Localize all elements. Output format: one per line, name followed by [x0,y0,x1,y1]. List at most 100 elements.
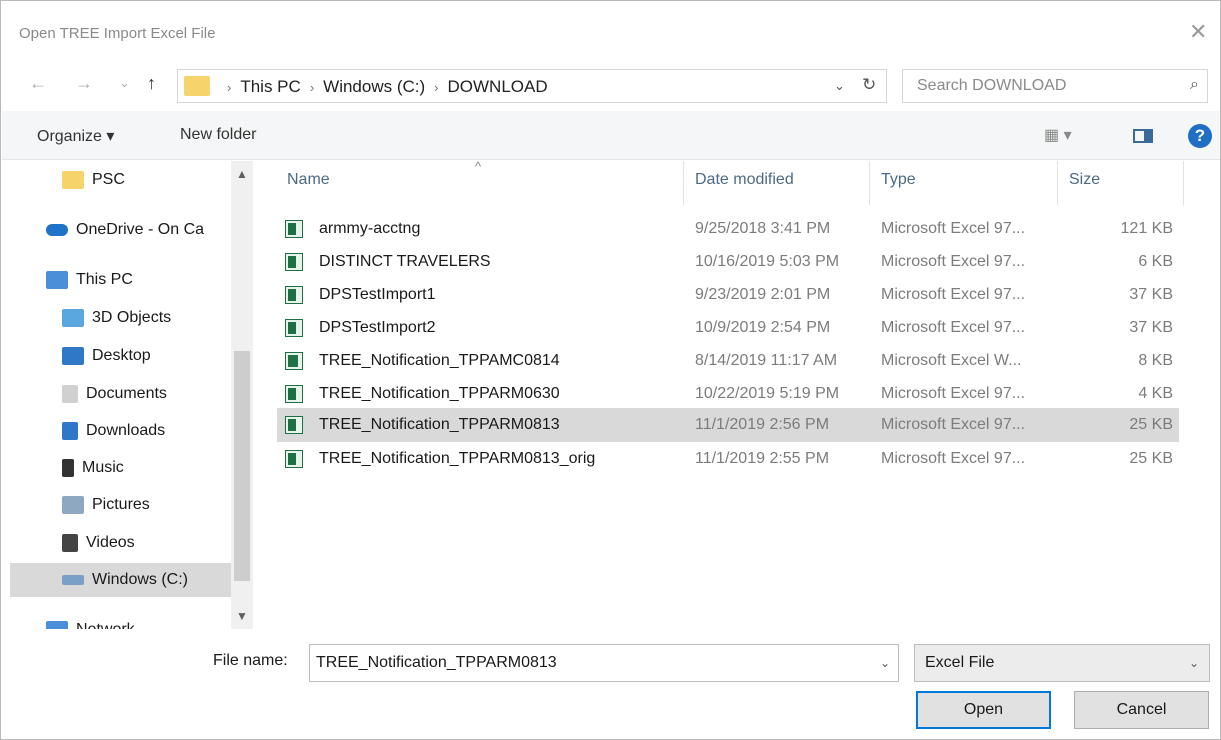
documents-icon [62,384,78,403]
3d-objects-icon [62,308,84,327]
file-row[interactable]: TREE_Notification_TPPAMC0814 8/14/2019 11… [277,344,1179,378]
column-header-size[interactable]: Size [1069,171,1100,189]
open-button[interactable]: Open [916,691,1051,729]
nav-item-this-pc[interactable]: This PC [46,263,133,297]
file-name: DPSTestImport1 [319,286,436,303]
file-date: 9/25/2018 3:41 PM [695,220,831,237]
nav-item-3d-objects[interactable]: 3D Objects [62,301,171,335]
view-options-icon[interactable]: ▦ ▾ [1044,125,1072,145]
navpane-scrollbar[interactable]: ▲ ▼ [231,161,253,629]
new-folder-button[interactable]: New folder [180,126,256,144]
breadcrumb: › This PC › Windows (C:) › DOWNLOAD [218,77,548,97]
file-date: 8/14/2019 11:17 AM [695,352,838,369]
chevron-down-icon[interactable]: ⌄ [880,656,890,670]
nav-item-downloads[interactable]: Downloads [62,414,165,448]
file-row[interactable]: DPSTestImport1 9/23/2019 2:01 PM Microsoft… [277,278,1179,312]
organize-button[interactable]: Organize ▾ [37,126,114,146]
navigation-bar: ← → ⌄ ↑ › This PC › Windows (C:) › DOWNLOAD ⌄… [1,67,1220,107]
nav-item-documents[interactable]: Documents [62,377,167,411]
column-header-name[interactable]: Name [287,171,330,189]
scroll-up-icon[interactable]: ▲ [236,167,248,181]
back-arrow-icon[interactable]: ← [29,73,47,94]
refresh-icon[interactable]: ↻ [862,75,876,95]
excel-file-icon [285,286,303,304]
search-placeholder: Search DOWNLOAD [917,77,1067,94]
file-row[interactable]: TREE_Notification_TPPARM0813_orig 11/1/20… [277,442,1179,476]
nav-item-videos[interactable]: Videos [62,526,135,560]
scrollbar-thumb[interactable] [234,351,250,581]
search-input[interactable]: Search DOWNLOAD ⌕ [902,69,1208,103]
nav-item-music[interactable]: Music [62,451,124,485]
excel-file-icon [285,253,303,271]
file-date: 11/1/2019 2:56 PM [695,416,830,433]
file-row[interactable]: TREE_Notification_TPPARM0630 10/22/2019 5… [277,377,1179,411]
file-size: 25 KB [1129,450,1173,467]
file-size: 37 KB [1129,319,1173,336]
nav-item-desktop[interactable]: Desktop [62,339,151,373]
pictures-icon [62,495,84,514]
column-divider[interactable] [869,161,870,205]
toolbar: Organize ▾ New folder ▦ ▾ ? [2,111,1220,160]
nav-item-label: Desktop [92,347,151,364]
address-bar[interactable]: › This PC › Windows (C:) › DOWNLOAD ⌄ ↻ [177,69,887,103]
nav-item-label: Pictures [92,496,150,513]
videos-icon [62,533,78,552]
scroll-down-icon[interactable]: ▼ [236,609,248,623]
file-name: DPSTestImport2 [319,319,436,336]
cancel-button[interactable]: Cancel [1074,691,1209,729]
breadcrumb-windows-c[interactable]: Windows (C:) [323,77,425,96]
breadcrumb-download[interactable]: DOWNLOAD [448,77,548,96]
help-icon[interactable]: ? [1188,124,1212,148]
file-name-label: File name: [213,652,288,669]
file-row[interactable]: armmy-acctng 9/25/2018 3:41 PM Microsoft E… [277,212,1179,246]
dialog-title: Open TREE Import Excel File [19,25,216,42]
nav-item-label: PSC [92,171,125,188]
chevron-down-icon[interactable]: ⌄ [834,78,845,94]
file-name-input[interactable]: TREE_Notification_TPPARM0813 ⌄ [309,644,899,682]
file-date: 11/1/2019 2:55 PM [695,450,830,467]
file-name: DISTINCT TRAVELERS [319,253,491,270]
file-row[interactable]: DPSTestImport2 10/9/2019 2:54 PM Microsoft… [277,311,1179,345]
file-date: 10/9/2019 2:54 PM [695,319,831,336]
network-icon [46,620,68,629]
excel-file-icon [285,220,303,238]
chevron-right-icon: › [434,80,439,95]
column-divider[interactable] [683,161,684,205]
chevron-down-icon: ⌄ [1188,656,1199,670]
up-arrow-icon[interactable]: ↑ [147,73,156,94]
nav-item-label: Videos [86,534,135,551]
file-size: 37 KB [1129,286,1173,303]
title-bar: Open TREE Import Excel File ✕ [1,1,1220,63]
file-row[interactable]: DISTINCT TRAVELERS 10/16/2019 5:03 PM Micr… [277,245,1179,279]
navigation-pane: PSC OneDrive - On Ca This PC 3D Objects … [2,161,254,629]
column-divider[interactable] [1057,161,1058,205]
nav-item-psc[interactable]: PSC [62,163,125,197]
nav-item-pictures[interactable]: Pictures [62,488,150,522]
nav-item-network[interactable]: Network [46,613,135,629]
column-divider[interactable] [1183,161,1184,205]
file-size: 8 KB [1138,352,1173,369]
downloads-icon [62,421,78,440]
file-size: 4 KB [1138,385,1173,402]
file-date: 10/16/2019 5:03 PM [695,253,840,270]
file-row-selected[interactable]: TREE_Notification_TPPARM0813 11/1/2019 2:… [277,408,1179,442]
nav-item-windows-c[interactable]: Windows (C:) [10,563,231,597]
column-header-date[interactable]: Date modified [695,171,794,189]
file-size: 121 KB [1120,220,1173,237]
nav-item-onedrive[interactable]: OneDrive - On Ca [46,213,204,247]
excel-file-icon [285,416,303,434]
computer-icon [46,270,68,289]
breadcrumb-this-pc[interactable]: This PC [240,77,300,96]
file-name: TREE_Notification_TPPAMC0814 [319,352,560,369]
preview-pane-icon[interactable] [1133,129,1153,143]
recent-locations-icon[interactable]: ⌄ [119,75,130,91]
forward-arrow-icon[interactable]: → [75,73,93,94]
sort-ascending-icon: ^ [475,159,482,174]
close-icon[interactable]: ✕ [1189,19,1207,45]
drive-icon [62,574,84,585]
file-size: 25 KB [1129,416,1173,433]
file-type-select[interactable]: Excel File ⌄ [914,644,1210,682]
column-header-type[interactable]: Type [881,171,916,189]
nav-item-label: Windows (C:) [92,571,189,588]
file-name: TREE_Notification_TPPARM0630 [319,385,560,402]
